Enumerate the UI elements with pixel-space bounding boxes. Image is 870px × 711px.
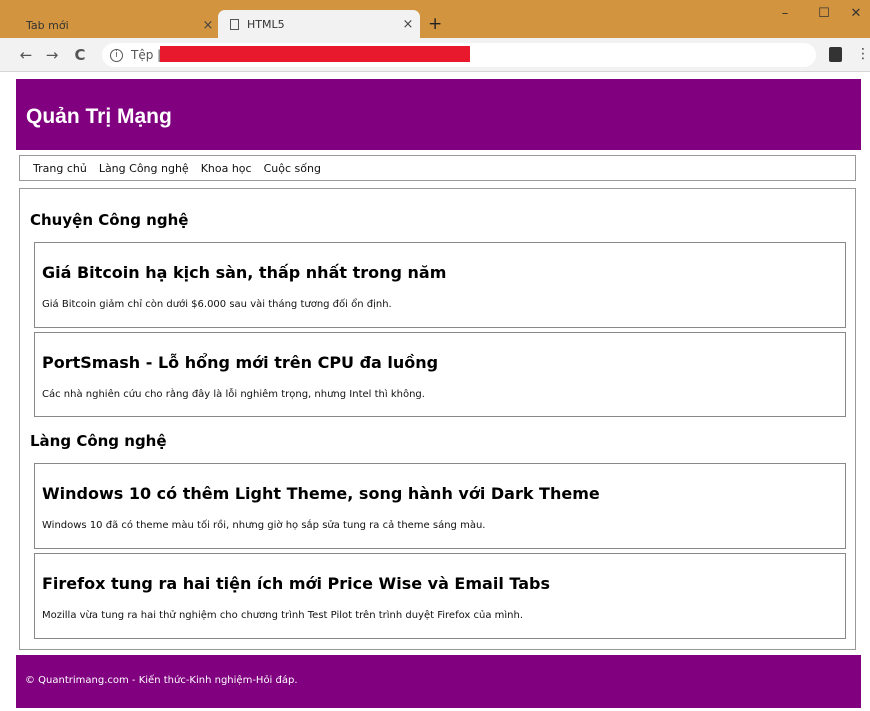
redacted-url [160,46,470,62]
article-card: PortSmash - Lỗ hổng mới trên CPU đa luồn… [34,332,846,417]
article-description: Windows 10 đã có theme màu tối rồi, nhưn… [42,520,486,531]
site-nav: Trang chủ Làng Công nghệ Khoa học Cuộc s… [19,155,856,181]
web-page: Quản Trị Mạng Trang chủ Làng Công nghệ K… [16,79,861,711]
nav-link-tech-village[interactable]: Làng Công nghệ [99,162,189,175]
close-icon[interactable]: × [196,18,220,33]
footer-text: © Quantrimang.com - Kiến thức-Kinh nghiệ… [25,675,298,686]
article-description: Các nhà nghiên cứu cho rằng đây là lỗi n… [42,389,425,400]
new-tab-button[interactable]: + [428,14,442,34]
back-icon[interactable]: ← [16,46,36,64]
article-title: Windows 10 có thêm Light Theme, song hàn… [42,484,600,503]
tab-new-tab[interactable]: Tab mới × [14,12,220,38]
address-prefix: Tệp | [131,48,162,62]
minimize-icon[interactable]: – [771,6,799,21]
article-description: Giá Bitcoin giảm chỉ còn dưới $6.000 sau… [42,299,392,310]
nav-link-science[interactable]: Khoa học [201,162,252,175]
site-title: Quản Trị Mạng [26,105,172,128]
close-icon[interactable]: × [396,17,420,32]
site-footer: © Quantrimang.com - Kiến thức-Kinh nghiệ… [16,655,861,708]
article-card: Windows 10 có thêm Light Theme, song hàn… [34,463,846,549]
document-icon [230,18,239,30]
section-heading: Chuyện Công nghệ [30,211,189,229]
article-title: PortSmash - Lỗ hổng mới trên CPU đa luồn… [42,353,439,372]
article-card: Firefox tung ra hai tiện ích mới Price W… [34,553,846,639]
profile-icon[interactable] [829,47,842,62]
nav-link-home[interactable]: Trang chủ [33,162,87,175]
article-description: Mozilla vừa tung ra hai thử nghiệm cho c… [42,610,524,621]
article-title: Giá Bitcoin hạ kịch sàn, thấp nhất trong… [42,263,447,282]
article-title: Firefox tung ra hai tiện ích mới Price W… [42,574,550,593]
tab-label: Tab mới [26,18,69,32]
main-content: Chuyện Công nghệ Giá Bitcoin hạ kịch sàn… [19,188,856,650]
article-card: Giá Bitcoin hạ kịch sàn, thấp nhất trong… [34,242,846,328]
window-close-icon[interactable]: ✕ [842,6,870,21]
reload-icon[interactable]: C [70,46,90,64]
tab-html5[interactable]: HTML5 × [218,10,420,38]
menu-icon[interactable]: ⋮ [856,46,870,62]
nav-link-life[interactable]: Cuộc sống [264,162,321,175]
site-header: Quản Trị Mạng [16,79,861,150]
section-heading: Làng Công nghệ [30,432,167,450]
info-icon[interactable]: i [110,48,123,62]
maximize-icon[interactable]: ☐ [810,6,838,21]
tab-label: HTML5 [247,17,285,31]
browser-titlebar: Tab mới × HTML5 × + – ☐ ✕ [0,0,870,38]
forward-icon[interactable]: → [42,46,62,64]
